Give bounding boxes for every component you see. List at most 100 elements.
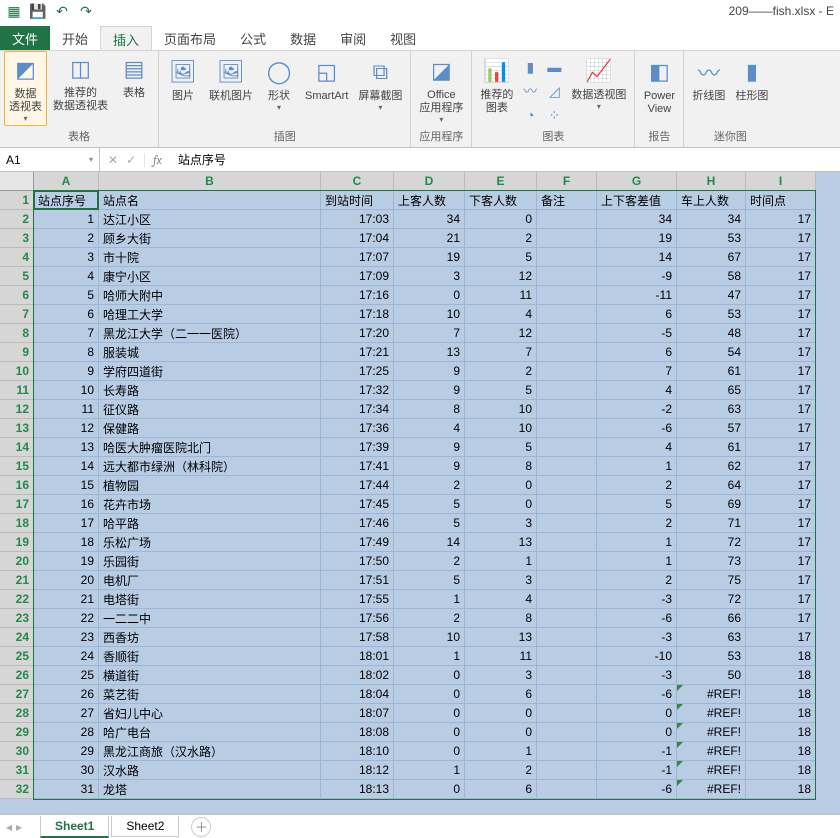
data-cell[interactable]: 23 [34,628,99,647]
data-cell[interactable]: 哈平路 [99,514,321,533]
data-cell[interactable]: 17 [746,438,816,457]
data-cell[interactable]: 2 [394,609,465,628]
data-cell[interactable]: 16 [34,495,99,514]
column-header-C[interactable]: C [321,172,394,190]
data-cell[interactable]: 10 [34,381,99,400]
data-cell[interactable]: 哈理工大学 [99,305,321,324]
undo-icon[interactable]: ↶ [52,2,72,22]
data-cell[interactable]: 13 [34,438,99,457]
data-cell[interactable] [537,286,597,305]
header-cell[interactable]: 站点序号 [34,191,99,210]
data-cell[interactable] [537,571,597,590]
sheet-tab-2[interactable]: Sheet2 [111,816,179,837]
next-sheet-icon[interactable]: ▸ [16,820,22,834]
data-cell[interactable]: 18 [746,780,816,799]
data-cell[interactable] [537,647,597,666]
row-header-19[interactable]: 19 [0,533,33,552]
data-cell[interactable]: 17:58 [321,628,394,647]
data-cell[interactable] [537,533,597,552]
column-header-E[interactable]: E [465,172,537,190]
data-cell[interactable]: 17 [746,590,816,609]
data-cell[interactable]: #REF! [677,723,746,742]
data-cell[interactable]: 67 [677,248,746,267]
data-cell[interactable]: 17:18 [321,305,394,324]
office-apps-button[interactable]: ◪ Office 应用程序 ▾ [415,53,467,126]
data-cell[interactable]: 0 [465,210,537,229]
header-cell[interactable]: 上客人数 [394,191,465,210]
data-cell[interactable]: 14 [34,457,99,476]
data-cell[interactable]: 17:49 [321,533,394,552]
data-cell[interactable]: 12 [34,419,99,438]
data-cell[interactable]: 2 [394,476,465,495]
data-cell[interactable]: 5 [394,514,465,533]
data-cell[interactable]: 7 [394,324,465,343]
data-cell[interactable]: 长寿路 [99,381,321,400]
data-cell[interactable]: 17:20 [321,324,394,343]
data-cell[interactable]: 4 [465,305,537,324]
screenshot-button[interactable]: ⧉ 屏幕截图 ▾ [354,54,406,114]
data-cell[interactable] [537,457,597,476]
column-chart-icon[interactable]: ▮ [519,56,541,78]
data-cell[interactable]: 2 [597,476,677,495]
data-cell[interactable]: 22 [34,609,99,628]
column-header-B[interactable]: B [99,172,321,190]
data-cell[interactable]: 14 [394,533,465,552]
data-cell[interactable]: 18:02 [321,666,394,685]
row-header-17[interactable]: 17 [0,495,33,514]
data-cell[interactable]: 哈师大附中 [99,286,321,305]
data-cell[interactable]: 17:25 [321,362,394,381]
data-cell[interactable]: 植物园 [99,476,321,495]
data-cell[interactable]: 3 [34,248,99,267]
data-cell[interactable]: 27 [34,704,99,723]
pivot-table-button[interactable]: ◩ 数据 透视表 ▾ [4,51,47,126]
data-cell[interactable]: 8 [465,609,537,628]
data-cell[interactable]: 17 [746,400,816,419]
data-cell[interactable] [537,381,597,400]
data-cell[interactable]: 17 [746,229,816,248]
data-cell[interactable]: 66 [677,609,746,628]
data-cell[interactable]: 17:32 [321,381,394,400]
data-cell[interactable]: 72 [677,533,746,552]
data-cell[interactable]: 18 [34,533,99,552]
data-cell[interactable]: 17:36 [321,419,394,438]
row-header-11[interactable]: 11 [0,381,33,400]
data-cell[interactable]: 17 [746,571,816,590]
data-cell[interactable]: 6 [597,343,677,362]
data-cell[interactable]: 2 [597,571,677,590]
data-cell[interactable]: 1 [394,590,465,609]
fx-label[interactable]: fx [145,153,170,167]
data-cell[interactable]: 21 [34,590,99,609]
data-cell[interactable]: 17 [746,362,816,381]
data-cell[interactable]: 17 [746,305,816,324]
data-cell[interactable]: 6 [597,305,677,324]
row-header-18[interactable]: 18 [0,514,33,533]
data-cell[interactable]: 29 [34,742,99,761]
data-cell[interactable]: 0 [394,704,465,723]
data-cell[interactable]: 2 [597,514,677,533]
data-cell[interactable]: 65 [677,381,746,400]
data-cell[interactable]: 17 [746,457,816,476]
data-cell[interactable]: 4 [465,590,537,609]
data-cell[interactable]: 3 [465,666,537,685]
data-cell[interactable]: 17 [746,628,816,647]
data-cell[interactable]: 13 [465,533,537,552]
save-icon[interactable]: 💾 [28,2,48,22]
data-cell[interactable] [537,324,597,343]
data-cell[interactable] [537,362,597,381]
data-cell[interactable] [537,723,597,742]
data-cell[interactable] [537,229,597,248]
row-header-30[interactable]: 30 [0,742,33,761]
data-cell[interactable]: 18:07 [321,704,394,723]
data-cell[interactable]: 17 [746,248,816,267]
data-cell[interactable] [537,780,597,799]
sheet-tab-1[interactable]: Sheet1 [40,816,109,838]
smartart-button[interactable]: ◱ SmartArt [301,54,352,105]
data-cell[interactable]: 1 [597,457,677,476]
data-cell[interactable]: 省妇儿中心 [99,704,321,723]
data-cell[interactable]: 28 [34,723,99,742]
data-cell[interactable] [537,343,597,362]
data-cell[interactable] [537,476,597,495]
data-cell[interactable]: 8 [465,457,537,476]
data-cell[interactable]: 18:10 [321,742,394,761]
data-cell[interactable]: 17 [746,609,816,628]
